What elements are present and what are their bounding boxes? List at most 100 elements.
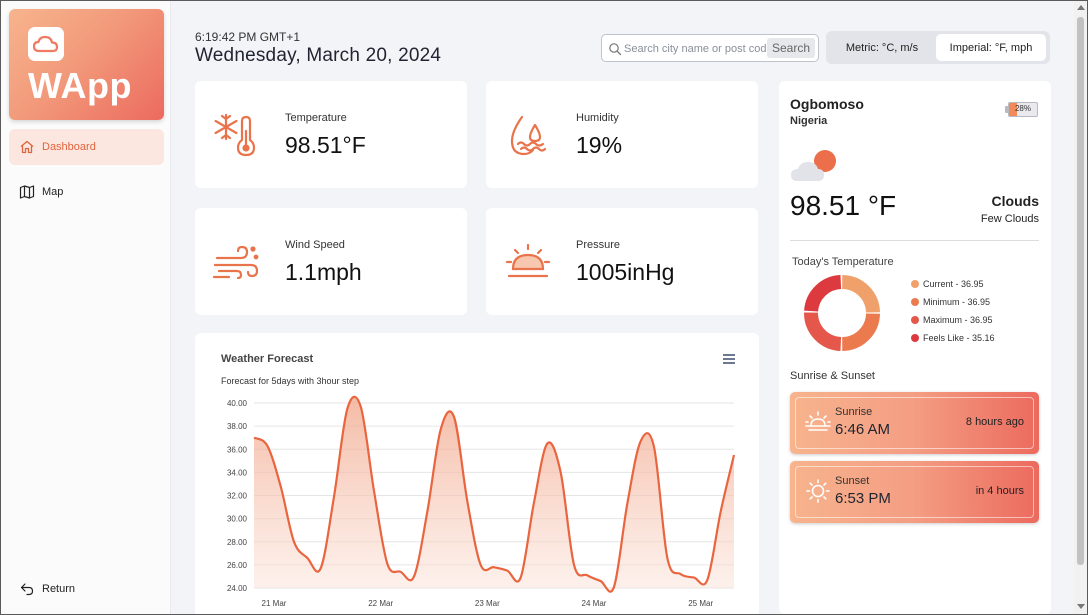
pressure-value: 1005inHg [576,259,675,285]
return-label: Return [42,583,76,595]
sunrise-card: Sunrise 6:46 AM 8 hours ago [790,392,1039,454]
wind-value: 1.1mph [285,259,362,285]
forecast-data-point[interactable] [626,502,628,504]
forecast-data-point[interactable] [413,575,415,577]
app-logo[interactable]: WApp [9,9,164,120]
forecast-data-point[interactable] [466,500,468,502]
legend-dot [911,334,919,342]
pressure-label: Pressure [576,239,621,251]
metric-unit-button[interactable]: Metric: °C, m/s [831,34,933,61]
forecast-data-point[interactable] [279,485,281,487]
today-temperature-title: Today's Temperature [792,256,894,268]
app-name: WApp [28,65,132,106]
forecast-data-point[interactable] [679,573,681,575]
search-button[interactable]: Search [767,38,815,58]
y-tick-label: 40.00 [227,399,248,408]
forecast-data-point[interactable] [546,442,548,444]
battery-indicator: 28% [1005,102,1039,119]
forecast-data-point[interactable] [599,580,601,582]
current-temperature: 98.51 °F [790,190,897,221]
scroll-down-arrow-icon[interactable] [1077,604,1085,609]
forecast-data-point[interactable] [666,557,668,559]
forecast-data-point[interactable] [559,471,561,473]
forecast-data-point[interactable] [439,428,441,430]
legend-item-maximum[interactable]: Maximum - 36.95 [911,311,995,329]
y-tick-label: 30.00 [227,515,248,524]
forecast-data-point[interactable] [373,490,375,492]
forecast-data-point[interactable] [519,576,521,578]
imperial-unit-button[interactable]: Imperial: °F, mph [936,34,1046,61]
current-time: 6:19:42 PM GMT+1 [195,30,301,44]
forecast-data-point[interactable] [719,510,721,512]
forecast-data-point[interactable] [399,571,401,573]
forecast-data-point[interactable] [653,446,655,448]
current-date: Wednesday, March 20, 2024 [195,45,442,66]
return-button[interactable]: Return [9,571,164,607]
sunrise-icon [804,409,832,435]
scroll-up-arrow-icon[interactable] [1077,5,1085,10]
sunrise-time: 6:46 AM [835,421,891,438]
forecast-data-point[interactable] [359,405,361,407]
y-tick-label: 24.00 [227,584,248,593]
wind-icon [211,236,263,288]
search-input[interactable] [624,40,766,57]
forecast-data-point[interactable] [453,416,455,418]
forecast-data-point[interactable] [639,440,641,442]
sunrise-relative-time: 8 hours ago [965,416,1024,428]
forecast-data-point[interactable] [613,586,615,588]
legend-item-feels-like[interactable]: Feels Like - 35.16 [911,329,995,347]
temperature-value: 98.51°F [285,132,366,158]
forecast-data-point[interactable] [506,569,508,571]
cloud-icon [28,27,64,61]
thermometer-snowflake-icon [211,109,263,161]
sidebar-item-dashboard[interactable]: Dashboard [9,129,164,165]
x-tick-label: 21 Mar [262,599,287,608]
forecast-data-point[interactable] [306,557,308,559]
forecast-data-point[interactable] [733,454,735,456]
wind-card: Wind Speed 1.1mph [195,208,467,315]
forecast-data-point[interactable] [293,541,295,543]
forecast-data-point[interactable] [386,563,388,565]
forecast-data-point[interactable] [319,567,321,569]
forecast-data-point[interactable] [253,436,255,438]
legend-item-current[interactable]: Current - 36.95 [911,275,995,293]
sunrise-sunset-title: Sunrise & Sunset [790,370,875,382]
weather-forecast-card: Weather Forecast Forecast for 5days with… [195,333,759,614]
page-scrollbar[interactable] [1074,1,1087,614]
forecast-data-point[interactable] [586,574,588,576]
legend-item-minimum[interactable]: Minimum - 36.95 [911,293,995,311]
y-tick-label: 32.00 [227,492,248,501]
forecast-chart: 24.00 26.00 28.00 30.00 32.00 34.00 36.00 38.00… [227,395,736,608]
y-tick-label: 26.00 [227,561,248,570]
map-icon [19,184,35,200]
sidebar-item-label: Dashboard [42,141,96,153]
forecast-data-point[interactable] [493,566,495,568]
wind-label: Wind Speed [285,239,345,251]
city-name: Ogbomoso [790,96,864,112]
x-tick-label: 24 Mar [582,599,607,608]
sidebar-item-label: Map [42,186,64,198]
sidebar-item-map[interactable]: Map [9,174,164,210]
return-arrow-icon [19,581,35,597]
forecast-data-point[interactable] [266,445,268,447]
forecast-data-point[interactable] [693,576,695,578]
unit-toggle: Metric: °C, m/s Imperial: °F, mph [826,31,1050,64]
forecast-data-point[interactable] [426,510,428,512]
forecast-data-point[interactable] [706,579,708,581]
forecast-data-point[interactable] [573,564,575,566]
x-tick-label: 25 Mar [688,599,713,608]
sunset-time: 6:53 PM [835,490,891,507]
humidity-label: Humidity [576,112,619,124]
forecast-data-point[interactable] [346,408,348,410]
scrollbar-thumb[interactable] [1077,17,1084,565]
forecast-data-point[interactable] [479,564,481,566]
weather-condition-description: Few Clouds [980,213,1039,225]
y-tick-label: 34.00 [227,468,248,477]
forecast-data-point[interactable] [333,495,335,497]
temperature-label: Temperature [285,112,347,124]
temperature-card: Temperature 98.51°F [195,81,467,188]
forecast-data-point[interactable] [533,501,535,503]
y-tick-label: 28.00 [227,538,248,547]
legend-label: Current - 36.95 [923,279,984,289]
y-tick-label: 38.00 [227,422,248,431]
